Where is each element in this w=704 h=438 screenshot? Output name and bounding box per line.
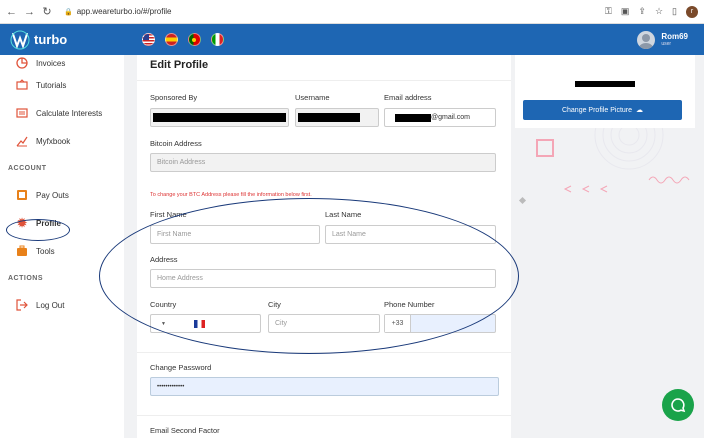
bitcoin-label: Bitcoin Address: [150, 139, 202, 148]
url-text: app.weareturbo.io/#/profile: [76, 7, 172, 16]
italy-flag-icon[interactable]: [211, 33, 224, 46]
browser-toolbar: ← → ↻ 🔒 app.weareturbo.io/#/profile ⚿ ▣ …: [0, 0, 704, 24]
turbo-logo-icon: [10, 30, 30, 49]
avatar: [637, 30, 656, 49]
sidepanel-icon[interactable]: ▯: [672, 6, 677, 17]
sidebar-item-label: Invoices: [36, 58, 66, 68]
email-field[interactable]: @gmail.com: [384, 108, 496, 127]
user-role: user: [661, 41, 672, 47]
second-factor-label: Email Second Factor: [150, 426, 220, 435]
section-title-account: ACCOUNT: [8, 164, 47, 172]
sidebar-item-myfxbook[interactable]: Myfxbook: [0, 127, 124, 155]
change-password-label: Change Password: [150, 363, 212, 372]
redaction: [575, 81, 635, 87]
button-label: Change Profile Picture: [561, 106, 633, 114]
brand-name: turbo: [34, 32, 68, 47]
tutorials-icon: [16, 79, 28, 91]
sidebar-item-invoices[interactable]: Invoices: [0, 55, 124, 71]
logout-icon: [16, 299, 28, 311]
calculator-icon: [16, 107, 28, 119]
email-suffix: @gmail.com: [431, 114, 471, 121]
chat-icon: [671, 398, 686, 413]
change-profile-picture-button[interactable]: Change Profile Picture ☁: [523, 100, 682, 120]
sidebar-item-label: Tools: [36, 246, 55, 256]
btc-note: To change your BTC Address please fill t…: [150, 192, 312, 198]
key-icon[interactable]: ⚿: [605, 6, 612, 17]
sidebar-item-label: Pay Outs: [36, 190, 69, 200]
browser-profile-avatar[interactable]: r: [686, 5, 698, 18]
user-menu[interactable]: Rom69 user: [637, 30, 704, 49]
reload-icon[interactable]: ↻: [42, 5, 52, 18]
portugal-flag-icon[interactable]: [188, 33, 201, 46]
star-icon[interactable]: ☆: [655, 6, 663, 17]
user-name: Rom69: [661, 32, 688, 41]
app-header: turbo Rom69 user: [0, 24, 704, 55]
invoice-icon: [16, 57, 28, 69]
sidebar-item-label: Calculate Interests: [36, 108, 103, 118]
payout-icon: [16, 189, 28, 201]
address-bar[interactable]: 🔒 app.weareturbo.io/#/profile: [64, 7, 171, 16]
forward-icon[interactable]: →: [24, 6, 35, 18]
sidebar-item-label: Tutorials: [36, 80, 67, 90]
sidebar-item-label: Myfxbook: [36, 136, 71, 146]
chart-icon: [16, 135, 28, 147]
sidebar-item-calculate-interests[interactable]: Calculate Interests: [0, 99, 124, 127]
us-flag-icon[interactable]: [142, 33, 155, 46]
redaction: [153, 113, 286, 122]
annotation-circle: [99, 198, 519, 354]
lock-icon: 🔒: [64, 8, 73, 16]
sidebar-item-label: Log Out: [36, 300, 65, 310]
username-label: Username: [295, 93, 330, 102]
brand-logo[interactable]: turbo: [0, 30, 130, 50]
sidebar-item-tutorials[interactable]: Tutorials: [0, 71, 124, 99]
password-input[interactable]: •••••••••••••: [150, 377, 499, 396]
chat-button[interactable]: [662, 389, 694, 421]
cloud-upload-icon: ☁: [636, 107, 644, 114]
email-label: Email address: [384, 93, 432, 102]
sidebar: Invoices Tutorials Calculate Interests M…: [0, 55, 124, 438]
translate-icon[interactable]: ▣: [621, 6, 630, 17]
back-icon[interactable]: ←: [6, 6, 17, 18]
sponsored-by-label: Sponsored By: [150, 93, 198, 102]
redaction: [298, 113, 360, 122]
profile-picture-panel: Change Profile Picture ☁: [515, 55, 695, 128]
page-title: Edit Profile: [137, 55, 511, 81]
share-icon[interactable]: ⇪: [638, 6, 646, 17]
divider: [137, 415, 511, 416]
annotation-circle: [6, 219, 70, 241]
toolbox-icon: [16, 245, 28, 257]
bitcoin-address-input[interactable]: Bitcoin Address: [150, 153, 496, 172]
language-switcher: [142, 33, 224, 46]
sidebar-item-payouts[interactable]: Pay Outs: [0, 181, 124, 209]
spain-flag-icon[interactable]: [165, 33, 178, 46]
redaction: [395, 113, 431, 122]
